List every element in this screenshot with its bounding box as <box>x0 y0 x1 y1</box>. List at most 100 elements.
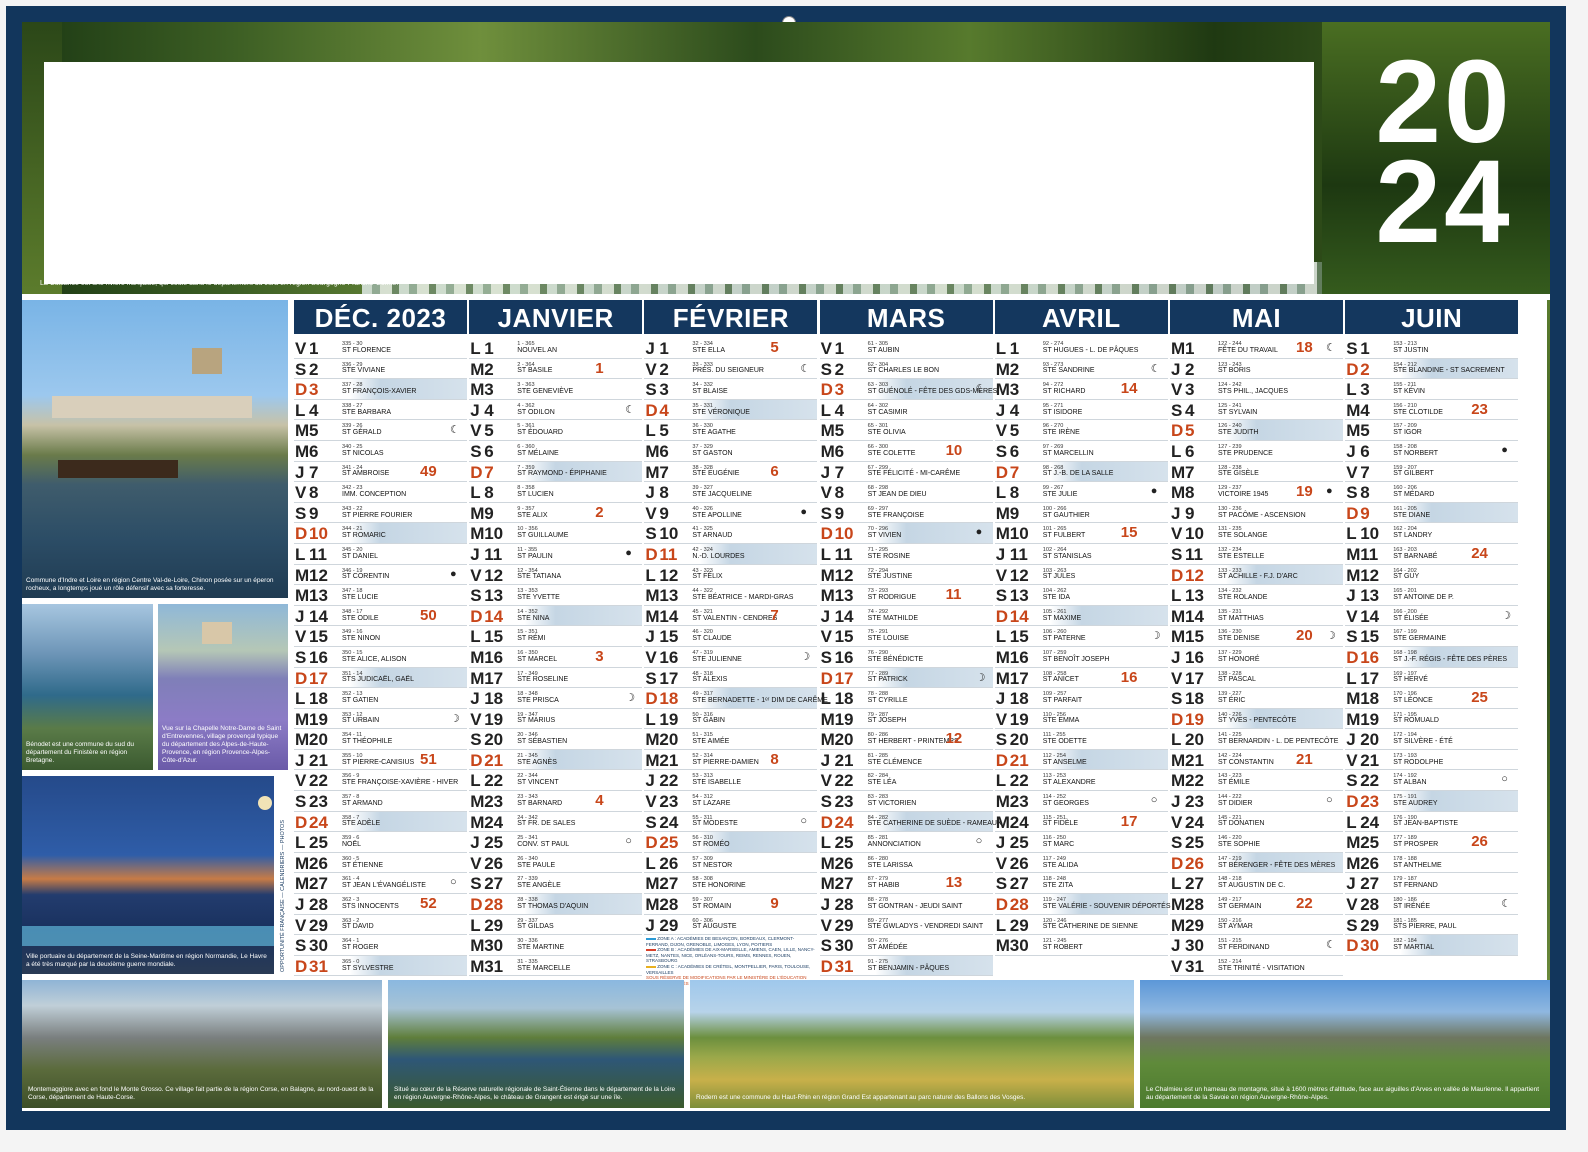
day-number: 20 <box>1009 730 1029 750</box>
saint-name: STE VIVIANE <box>342 367 386 375</box>
week-number: 23 <box>1471 400 1488 418</box>
weekday-letter: J <box>820 462 831 482</box>
day-info: 131 - 235 STE SOLANGE <box>1218 526 1267 540</box>
day-info: 345 - 20 ST DANIEL <box>342 547 378 561</box>
day-number: 11 <box>1360 544 1379 564</box>
weekday-letter: M <box>820 874 835 894</box>
day-info: 168 - 198 ST J.-F. RÉGIS - FÊTE DES PÈRES <box>1393 650 1507 664</box>
weekday-letter: M <box>645 874 660 894</box>
day-row: V 1 335 - 30 ST FLORENCE <box>294 338 467 359</box>
weekday-letter: V <box>820 915 832 935</box>
weekday-letter: S <box>1346 771 1358 791</box>
weekday-letter: J <box>1171 359 1181 379</box>
day-row: S 17 48 - 318 ST ALEXIS <box>644 668 818 689</box>
day-info: 122 - 244 FÊTE DU TRAVAIL <box>1218 341 1278 355</box>
weekday-letter: J <box>470 544 480 564</box>
day-row: S 30 364 - 1 ST ROGER <box>294 935 467 956</box>
day-info: 81 - 285 STE CLÉMENCE <box>868 753 922 767</box>
day-number: 22 <box>1009 771 1029 791</box>
saint-name: ST DAVID <box>342 923 374 931</box>
saint-name: STE BERNADETTE - 1ᵉʳ DIM DE CARÊME <box>692 696 828 704</box>
day-info: 112 - 254 ST ANSELME <box>1043 753 1087 767</box>
day-number: 29 <box>484 915 504 935</box>
day-row: D 23 175 - 191 STE AUDREY <box>1345 791 1519 812</box>
weekday-letter: M <box>1346 565 1361 585</box>
saint-name: STE VÉRONIQUE <box>692 408 750 416</box>
day-info: 60 - 306 ST AUGUSTE <box>692 918 736 932</box>
day-row: J 2 123 - 243 ST BORIS <box>1170 359 1343 380</box>
day-row: M 3 94 - 272 ST RICHARD 14 <box>994 379 1168 400</box>
day-number: 15 <box>1360 627 1380 647</box>
month-header: FÉVRIER <box>644 300 818 334</box>
weekday-letter: S <box>470 730 482 750</box>
weekday-letter: M <box>1171 462 1186 482</box>
day-number: 28 <box>1360 895 1380 915</box>
weekday-letter: L <box>995 915 1007 935</box>
day-info: 354 - 11 ST THÉOPHILE <box>342 732 392 746</box>
weekday-letter: S <box>995 874 1008 894</box>
month-header: AVRIL <box>994 300 1168 334</box>
day-row: J 25 116 - 250 ST MARC <box>994 832 1168 853</box>
weekday-letter: V <box>1346 606 1358 626</box>
day-number: 22 <box>659 771 679 791</box>
day-row: S 24 55 - 311 ST MODESTE ○ <box>644 812 818 833</box>
saint-name: STE MARTINE <box>517 944 565 952</box>
day-row: D 30 182 - 184 ST MARTIAL <box>1345 935 1519 956</box>
day-info: 125 - 241 ST SYLVAIN <box>1218 403 1257 417</box>
day-info: 14 - 352 STE NINA <box>517 609 549 623</box>
advertiser-space <box>44 62 1314 284</box>
day-info: 44 - 322 STE BÉATRICE - MARDI-GRAS <box>692 588 793 602</box>
day-info: 30 - 336 STE MARTINE <box>517 938 564 952</box>
day-info: 13 - 353 STE YVETTE <box>517 588 560 602</box>
day-number: 11 <box>484 544 503 564</box>
day-number: 27 <box>1009 874 1029 894</box>
weekday-letter: S <box>470 586 482 606</box>
day-info: 69 - 297 STE FRANÇOISE <box>868 506 924 520</box>
day-info: 167 - 199 STE GERMAINE <box>1393 629 1446 643</box>
weekday-letter: M <box>1171 750 1186 770</box>
day-row: M 7 128 - 238 STE GISÈLE <box>1170 462 1343 483</box>
saint-name: STE DENISE <box>1218 635 1260 643</box>
day-number: 6 <box>659 441 669 461</box>
day-row: L 18 352 - 13 ST GATIEN <box>294 688 467 709</box>
weekday-letter: J <box>1346 874 1356 894</box>
day-info: 12 - 354 STE TATIANA <box>517 568 561 582</box>
saint-name: ST KÉVIN <box>1393 387 1425 395</box>
weekday-letter: D <box>995 606 1009 626</box>
day-info: 124 - 242 STS PHIL., JACQUES <box>1218 382 1288 396</box>
saint-name: STE JACQUELINE <box>692 490 752 498</box>
day-number: 26 <box>1360 853 1380 873</box>
day-row: M 17 108 - 258 ST ANICET 16 <box>994 668 1168 689</box>
weekday-letter: L <box>295 544 306 564</box>
day-number: 18 <box>1009 689 1029 709</box>
day-info: 130 - 236 ST PACÔME - ASCENSION <box>1218 506 1306 520</box>
weekday-letter: L <box>995 627 1007 647</box>
day-number: 29 <box>659 915 679 935</box>
day-number: 29 <box>309 915 328 935</box>
day-row: M 8 129 - 237 VICTOIRE 1945 19 ● <box>1170 482 1343 503</box>
weekday-letter: J <box>1171 647 1181 667</box>
day-info: 136 - 230 STE DENISE <box>1218 629 1260 643</box>
saint-name: STE ANGÈLE <box>517 882 561 890</box>
saint-name: STE GENEVIÈVE <box>517 387 574 395</box>
day-row: J 9 130 - 236 ST PACÔME - ASCENSION <box>1170 503 1343 524</box>
saint-name: ST PAULIN <box>517 552 553 560</box>
moon-phase-icon: ☽ <box>450 712 460 725</box>
day-number: 26 <box>484 853 504 873</box>
weekday-letter: D <box>1346 503 1359 523</box>
day-row: S 20 111 - 255 STE ODETTE <box>994 729 1168 750</box>
day-number: 8 <box>1360 483 1370 503</box>
day-row: D 21 21 - 345 STE AGNÈS <box>469 749 643 771</box>
saint-name: ST BASILE <box>517 367 553 375</box>
weekday-letter: M <box>295 874 310 894</box>
day-info: 85 - 281 ANNONCIATION <box>868 835 921 849</box>
day-number: 17 <box>834 668 854 688</box>
weekday-letter: S <box>470 441 482 461</box>
day-number: 5 <box>659 421 669 441</box>
day-number: 20 <box>1185 730 1204 750</box>
day-number: 1 <box>1009 339 1020 358</box>
day-info: 349 - 16 STE NINON <box>342 629 380 643</box>
day-row: L 12 43 - 323 ST FÉLIX <box>644 565 818 586</box>
day-row: M 14 135 - 231 ST MATTHIAS <box>1170 606 1343 627</box>
day-info: 99 - 267 STE JULIE <box>1043 485 1078 499</box>
